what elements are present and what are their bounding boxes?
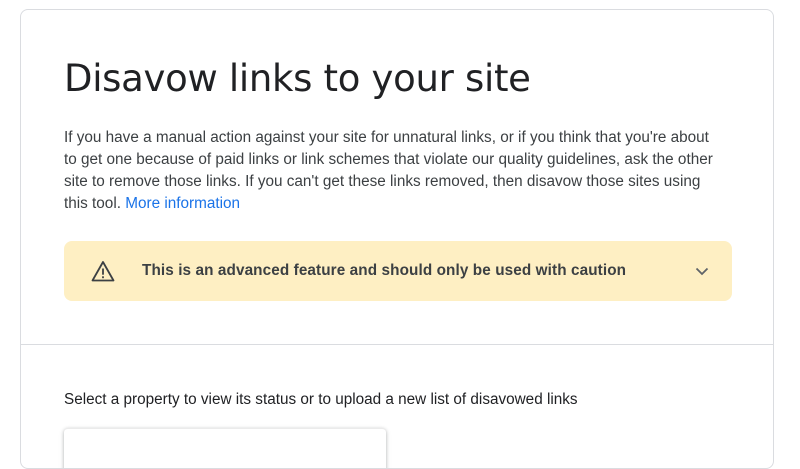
property-select-label: Select a property to view its status or … <box>64 391 578 408</box>
warning-triangle-icon <box>91 261 115 282</box>
more-information-link[interactable]: More information <box>125 195 240 212</box>
disavow-card: Disavow links to your site If you have a… <box>20 9 774 469</box>
property-selector-dropdown[interactable] <box>64 428 386 468</box>
page-description: If you have a manual action against your… <box>64 127 724 215</box>
section-divider <box>21 344 773 345</box>
chevron-down-icon[interactable] <box>694 263 710 279</box>
warning-text: This is an advanced feature and should o… <box>142 262 627 279</box>
caution-warning-banner[interactable]: This is an advanced feature and should o… <box>64 241 732 301</box>
page-title: Disavow links to your site <box>64 57 531 100</box>
